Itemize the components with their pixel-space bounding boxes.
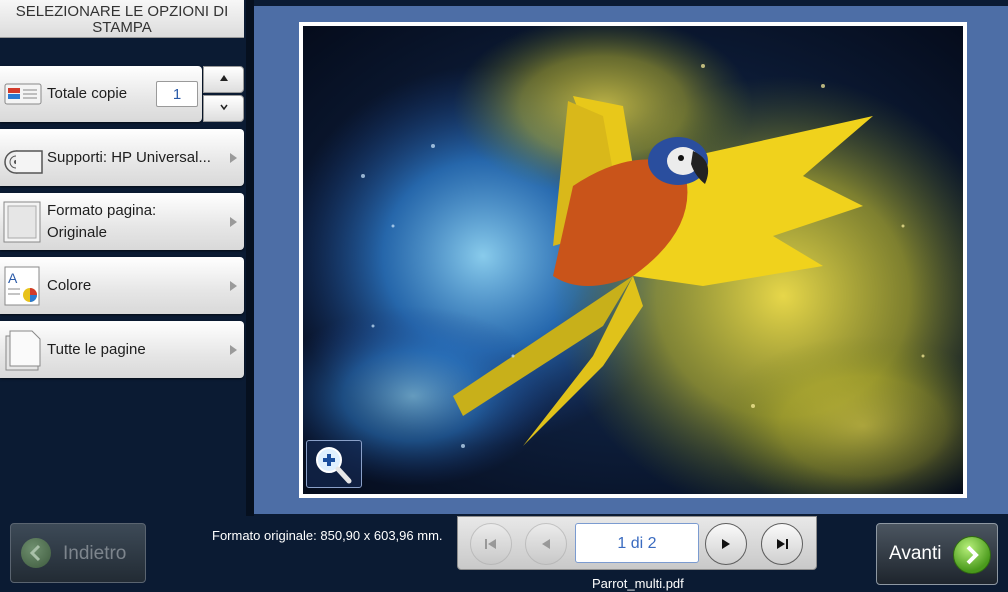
page-title: SELEZIONARE LE OPZIONI DI STAMPA [0,0,244,38]
total-copies-label: Totale copie [47,85,128,102]
next-button[interactable]: Avanti [876,523,998,585]
first-page-icon [485,539,496,549]
page-size-label: Formato pagina: Originale [47,201,157,241]
triangle-up-icon [219,75,228,81]
total-copies-option: Totale copie [0,66,202,122]
color-icon: A [4,266,40,305]
copies-increment-button[interactable] [203,66,244,93]
previous-page-button[interactable] [525,523,567,565]
pages-icon [5,330,41,370]
color-option-button[interactable]: A Colore [0,257,244,314]
copies-input[interactable] [156,81,198,107]
next-label: Avanti [889,543,942,564]
back-arrow-icon [21,538,51,568]
forward-arrow-icon [953,536,991,574]
page-size-icon [3,201,41,242]
zoom-button[interactable] [306,440,362,488]
page-number-field[interactable]: 1 di 2 [575,523,699,563]
chevron-right-icon [230,280,237,291]
pages-option-button[interactable]: Tutte le pagine [0,321,244,378]
preview-page [299,22,967,498]
page-size-option-button[interactable]: Formato pagina: Originale [0,193,244,250]
file-name: Parrot_multi.pdf [592,576,684,591]
last-page-icon [777,539,788,549]
page-navigator: 1 di 2 [457,516,817,570]
media-option-button[interactable]: Supporti: HP Universal... [0,129,244,186]
zoom-in-icon [316,447,352,484]
color-label: Colore [47,276,92,294]
svg-text:A: A [8,270,18,286]
print-preview [254,6,1008,514]
panel-divider [246,0,254,516]
triangle-right-icon [722,539,730,549]
media-label: Supporti: HP Universal... [47,148,211,166]
pages-label: Tutte le pagine [47,340,146,358]
last-page-button[interactable] [761,523,803,565]
first-page-button[interactable] [470,523,512,565]
chevron-right-icon [230,152,237,163]
chevron-down-icon [219,104,228,111]
triangle-left-icon [542,539,550,549]
copies-icon [4,83,42,105]
next-page-button[interactable] [705,523,747,565]
chevron-right-icon [230,344,237,355]
paper-roll-icon [4,149,43,174]
back-button[interactable]: Indietro [10,523,146,583]
chevron-right-icon [230,216,237,227]
parrot-preview-image [303,26,963,494]
copies-decrement-button[interactable] [203,95,244,122]
back-label: Indietro [63,543,127,564]
original-format-text: Formato originale: 850,90 x 603,96 mm. [212,528,443,543]
